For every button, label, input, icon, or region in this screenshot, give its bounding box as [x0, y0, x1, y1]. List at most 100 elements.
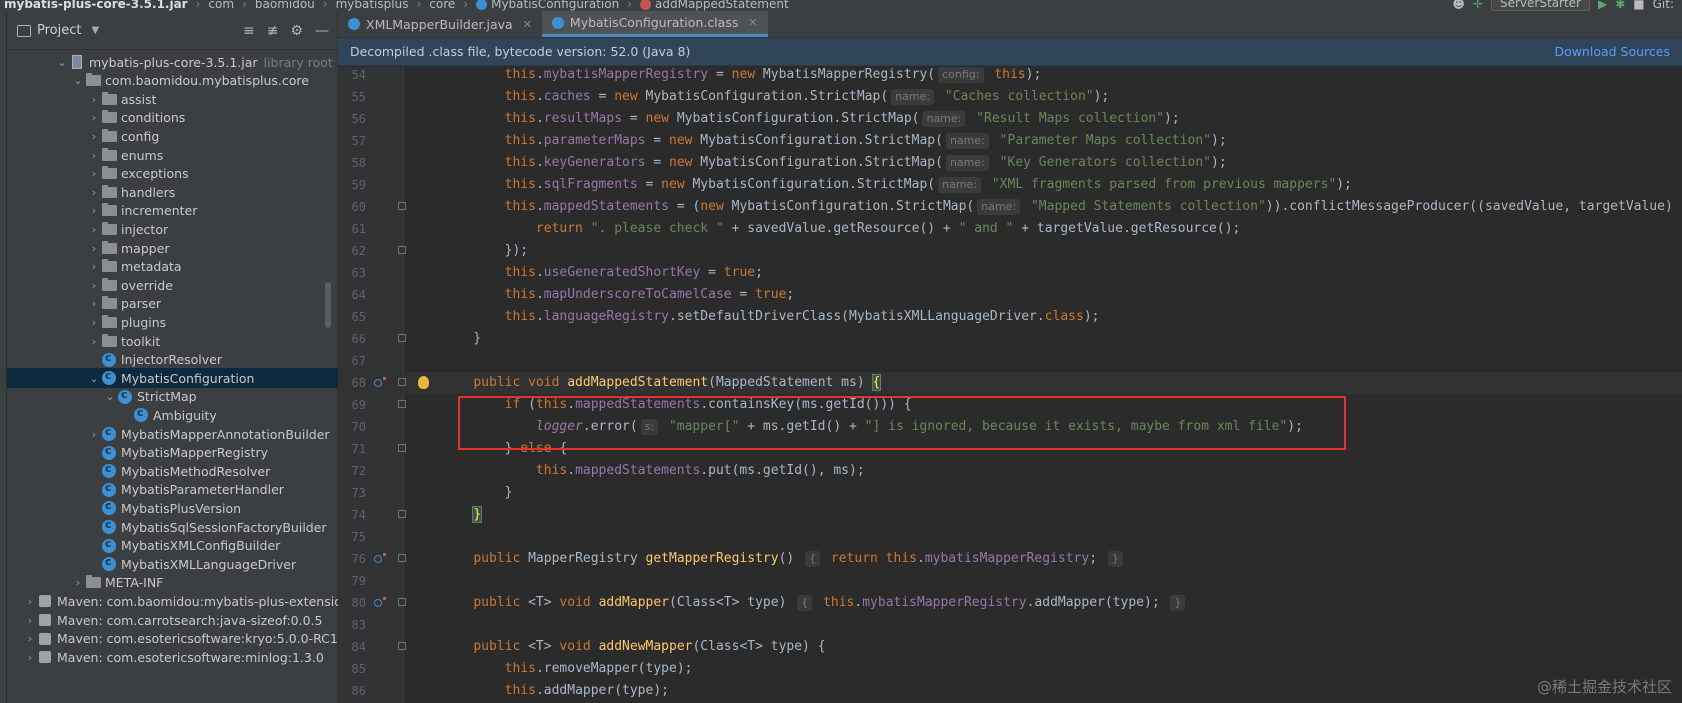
chevron-right-icon[interactable]: ›	[87, 149, 101, 162]
chevron-right-icon[interactable]: ›	[87, 428, 101, 441]
code-line[interactable]: 73 }	[338, 482, 1682, 504]
chevron-right-icon[interactable]: ›	[23, 595, 37, 608]
fold-marker-icon[interactable]	[398, 554, 406, 562]
tree-item[interactable]: › Maven: com.baomidou:mybatis-plus-extens…	[7, 591, 338, 611]
override-gutter-icon[interactable]	[374, 553, 386, 563]
tree-item[interactable]: › override	[7, 275, 338, 295]
chevron-right-icon[interactable]: ›	[87, 93, 101, 106]
code-area[interactable]: 54 this.mybatisMapperRegistry = new Myba…	[338, 67, 1682, 703]
code-line[interactable]: 55 this.caches = new MybatisConfiguratio…	[338, 86, 1682, 108]
code-line[interactable]: 71 } else {	[338, 438, 1682, 460]
override-gutter-icon[interactable]	[374, 377, 386, 387]
tree-scrollbar[interactable]	[325, 282, 331, 328]
tree-item[interactable]: › toolkit	[7, 331, 338, 351]
fold-marker-icon[interactable]	[398, 246, 406, 254]
code-line[interactable]: 69 if (this.mappedStatements.containsKey…	[338, 394, 1682, 416]
chevron-right-icon[interactable]: ›	[87, 186, 101, 199]
fold-marker-icon[interactable]	[398, 444, 406, 452]
code-line[interactable]: 70 logger.error(s: "mapper[" + ms.getId(…	[338, 416, 1682, 438]
project-title[interactable]: Project	[37, 23, 81, 38]
chevron-down-icon[interactable]: ⌄	[71, 74, 85, 87]
fold-marker-icon[interactable]	[398, 378, 406, 386]
close-icon[interactable]: ✕	[748, 16, 757, 29]
tree-item[interactable]: › Maven: com.esotericsoftware:kryo:5.0.0-…	[7, 629, 338, 649]
chevron-right-icon[interactable]: ›	[23, 614, 37, 627]
chevron-right-icon[interactable]: ›	[87, 297, 101, 310]
tree-item[interactable]: › metadata	[7, 257, 338, 277]
expand-all-icon[interactable]: ≡	[243, 23, 255, 39]
tree-item[interactable]: › META-INF	[7, 573, 338, 593]
run-icon[interactable]: ▶	[1598, 0, 1607, 11]
code-line[interactable]: 86 this.addMapper(type);	[338, 680, 1682, 702]
gear-icon[interactable]: ⚙	[290, 23, 303, 39]
tree-item[interactable]: ⌄ mybatis-plus-core-3.5.1.jar library root	[7, 52, 338, 72]
tree-item[interactable]: MybatisParameterHandler	[7, 480, 338, 500]
chevron-right-icon[interactable]: ›	[23, 651, 37, 664]
code-line[interactable]: 62 });	[338, 240, 1682, 262]
minimize-icon[interactable]: —	[315, 23, 329, 39]
build-hammer-icon[interactable]: ✛	[1473, 0, 1483, 11]
code-line[interactable]: 80 public <T> void addMapper(Class<T> ty…	[338, 592, 1682, 614]
tree-item[interactable]: › handlers	[7, 182, 338, 202]
code-line[interactable]: 64 this.mapUnderscoreToCamelCase = true;	[338, 284, 1682, 306]
tree-item[interactable]: › MybatisMapperAnnotationBuilder	[7, 424, 338, 444]
code-line[interactable]: 63 this.useGeneratedShortKey = true;	[338, 262, 1682, 284]
tree-item[interactable]: InjectorResolver	[7, 350, 338, 370]
tree-item[interactable]: › injector	[7, 219, 338, 239]
tree-item[interactable]: › incrementer	[7, 201, 338, 221]
chevron-right-icon[interactable]: ›	[71, 576, 85, 589]
tree-item[interactable]: MybatisXMLLanguageDriver	[7, 554, 338, 574]
code-line[interactable]: 85 this.removeMapper(type);	[338, 658, 1682, 680]
code-line[interactable]: 61 return ". please check " + savedValue…	[338, 218, 1682, 240]
code-line[interactable]: 59 this.sqlFragments = new MybatisConfig…	[338, 174, 1682, 196]
chevron-right-icon[interactable]: ›	[87, 204, 101, 217]
tree-item[interactable]: MybatisMapperRegistry	[7, 443, 338, 463]
tree-item[interactable]: ⌄ com.baomidou.mybatisplus.core	[7, 71, 338, 91]
code-line[interactable]: 83	[338, 614, 1682, 636]
code-line[interactable]: 76 public MapperRegistry getMapperRegist…	[338, 548, 1682, 570]
user-icon[interactable]: ☻	[1452, 0, 1465, 11]
breadcrumb-item[interactable]: mybatis-plus-core-3.5.1.jar	[0, 0, 192, 11]
git-label[interactable]: Git:	[1653, 0, 1674, 11]
chevron-right-icon[interactable]: ›	[87, 130, 101, 143]
tree-item[interactable]: › conditions	[7, 108, 338, 128]
breadcrumb-item[interactable]: com	[204, 0, 238, 11]
override-gutter-icon[interactable]	[374, 597, 386, 607]
fold-marker-icon[interactable]	[398, 642, 406, 650]
chevron-down-icon[interactable]: ⌄	[103, 390, 117, 403]
code-line[interactable]: 65 this.languageRegistry.setDefaultDrive…	[338, 306, 1682, 328]
tree-item[interactable]: ⌄ MybatisConfiguration	[7, 368, 338, 389]
breadcrumb-item[interactable]: MybatisConfiguration	[472, 0, 623, 11]
chevron-right-icon[interactable]: ›	[87, 316, 101, 329]
chevron-right-icon[interactable]: ›	[87, 260, 101, 273]
fold-marker-icon[interactable]	[398, 598, 406, 606]
code-line[interactable]: 57 this.parameterMaps = new MybatisConfi…	[338, 130, 1682, 152]
code-line[interactable]: 74 }	[338, 504, 1682, 526]
close-icon[interactable]: ✕	[523, 18, 532, 31]
breadcrumb-item[interactable]: addMappedStatement	[636, 0, 793, 11]
tree-item[interactable]: › config	[7, 126, 338, 146]
code-line[interactable]: 66 }	[338, 328, 1682, 350]
chevron-right-icon[interactable]: ›	[23, 632, 37, 645]
tree-item[interactable]: MybatisPlusVersion	[7, 498, 338, 518]
tree-item[interactable]: MybatisMethodResolver	[7, 461, 338, 481]
run-config-select[interactable]: ServerStarter	[1490, 0, 1590, 11]
code-line[interactable]: 79	[338, 570, 1682, 592]
tree-item[interactable]: › Maven: com.carrotsearch:java-sizeof:0.0…	[7, 610, 338, 630]
tree-item[interactable]: MybatisSqlSessionFactoryBuilder	[7, 517, 338, 537]
chevron-right-icon[interactable]: ›	[87, 242, 101, 255]
tree-item[interactable]: › parser	[7, 294, 338, 314]
fold-marker-icon[interactable]	[398, 334, 406, 342]
tab-file[interactable]: XMLMapperBuilder.java ✕	[338, 11, 542, 37]
breadcrumb-item[interactable]: core	[425, 0, 459, 11]
debug-icon[interactable]: ✱	[1615, 0, 1625, 11]
tree-item[interactable]: › enums	[7, 145, 338, 165]
code-line[interactable]: 75	[338, 526, 1682, 548]
code-line[interactable]: 68 public void addMappedStatement(Mapped…	[338, 372, 1682, 394]
tree-item[interactable]: › exceptions	[7, 164, 338, 184]
tree-item[interactable]: › mapper	[7, 238, 338, 258]
chevron-right-icon[interactable]: ›	[87, 279, 101, 292]
code-line[interactable]: 72 this.mappedStatements.put(ms.getId(),…	[338, 460, 1682, 482]
chevron-right-icon[interactable]: ›	[87, 335, 101, 348]
chevron-down-icon[interactable]: ⌄	[55, 56, 69, 69]
